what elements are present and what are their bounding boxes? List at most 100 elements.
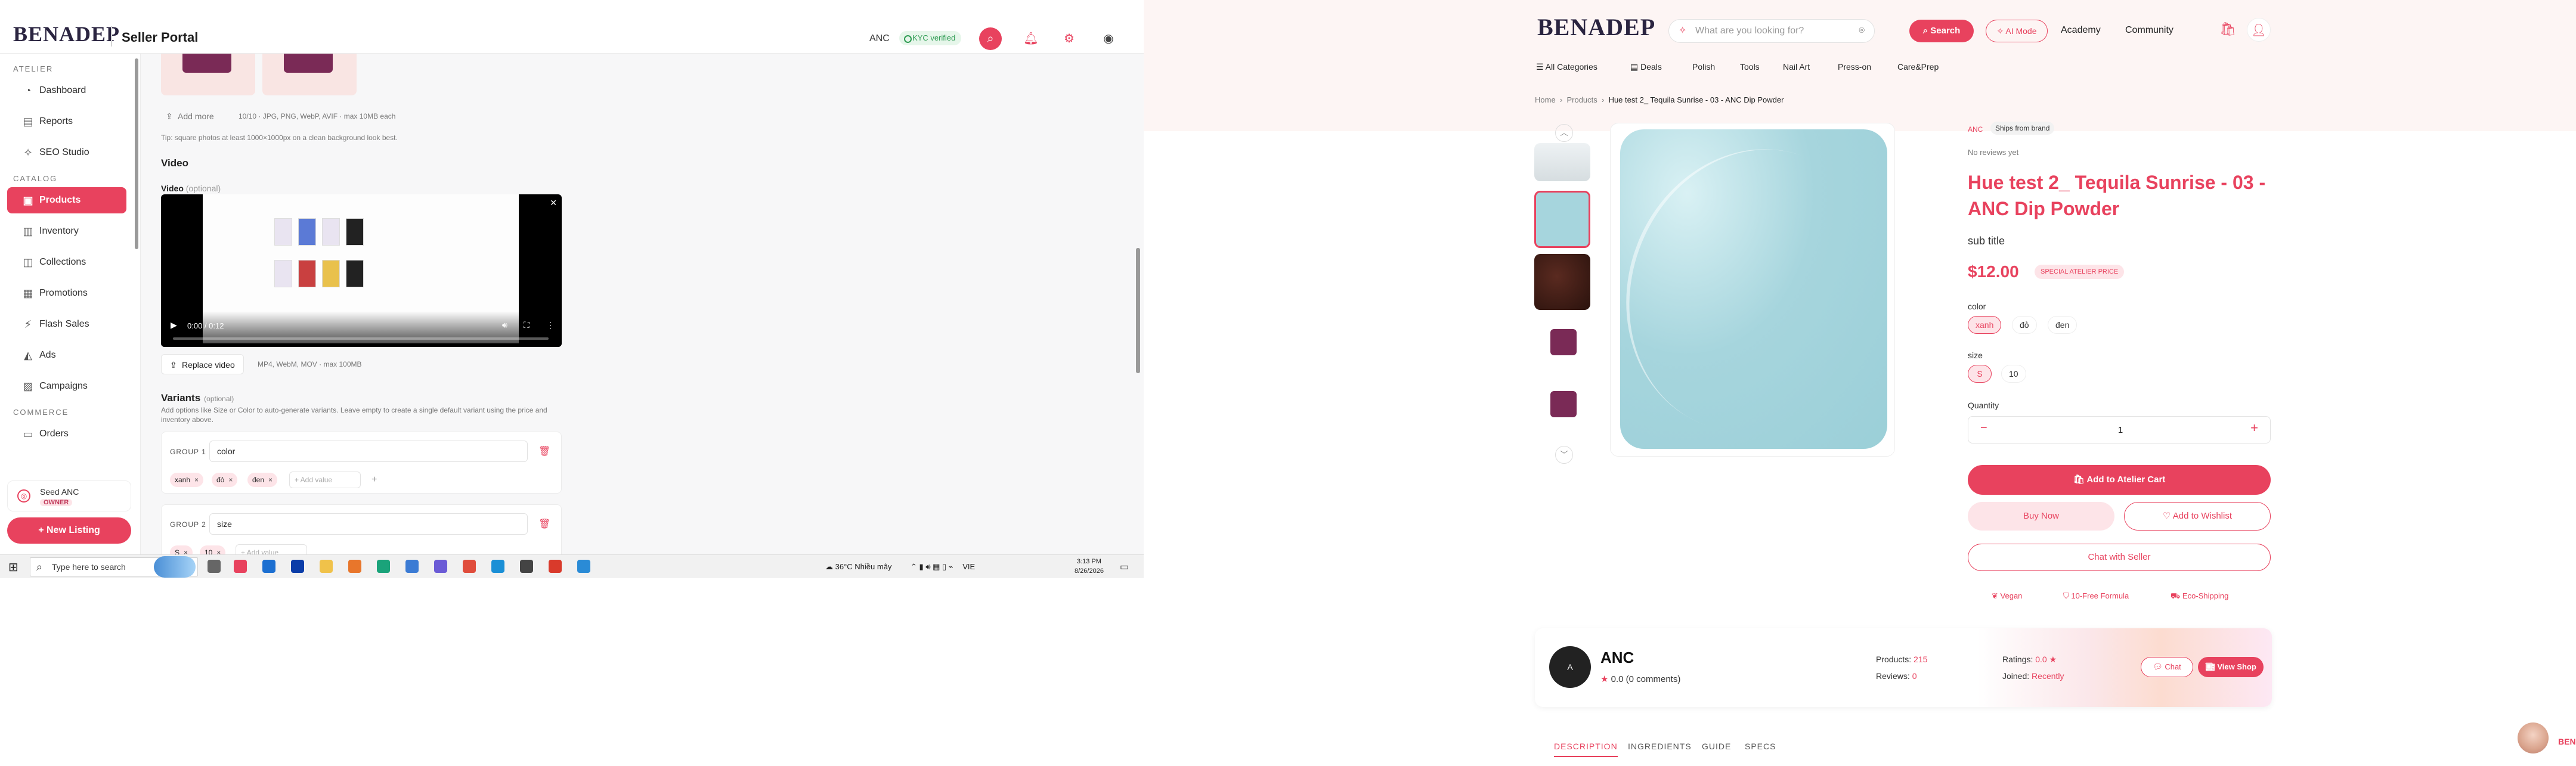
search-icon[interactable]: ⌕	[979, 27, 1002, 50]
nav-academy[interactable]: Academy	[2061, 25, 2101, 36]
brand-logo[interactable]: BENADEP	[1537, 13, 1655, 41]
video-progress-bar[interactable]	[173, 337, 549, 340]
nav-community[interactable]: Community	[2125, 25, 2174, 36]
play-icon[interactable]: ▶	[171, 320, 177, 330]
tray-icons[interactable]: ⌃ ▮ 🔊︎ ▦ ▯ ⌁	[911, 562, 953, 571]
gallery-thumb[interactable]	[1534, 254, 1590, 310]
store-avatar[interactable]: A	[1549, 646, 1591, 688]
sidebar-item-ads[interactable]: ◭ Ads	[7, 342, 126, 368]
chat-seller-button[interactable]: Chat with Seller	[1968, 544, 2271, 571]
brand-logo[interactable]: BENADEP	[13, 21, 120, 46]
chrome-icon[interactable]	[463, 560, 476, 573]
more-icon[interactable]: ⋮	[546, 320, 555, 330]
weather-icon[interactable]: ☁	[825, 562, 833, 571]
new-listing-button[interactable]: + New Listing	[7, 517, 131, 544]
file-explorer-icon[interactable]	[320, 560, 333, 573]
buy-now-button[interactable]: Buy Now	[1968, 502, 2114, 531]
sidebar-item-collections[interactable]: ◫ Collections	[7, 249, 126, 275]
gallery-thumb[interactable]	[1550, 329, 1577, 355]
nav-care-prep[interactable]: Care&Prep	[1897, 62, 1939, 72]
tab-specs[interactable]: SPECS	[1745, 742, 1776, 756]
main-scrollbar[interactable]	[1136, 248, 1140, 373]
sidebar-scrollbar[interactable]	[135, 58, 138, 249]
photo-thumbnail[interactable]	[262, 54, 357, 95]
language-indicator[interactable]: VIE	[962, 562, 975, 571]
sidebar-item-campaigns[interactable]: ▨ Campaigns	[7, 373, 126, 399]
taskbar-clock[interactable]: 3:13 PM 8/26/2026	[1075, 557, 1104, 576]
close-icon[interactable]: ✕	[550, 198, 557, 208]
camera-icon[interactable]: ⌾	[1859, 20, 1865, 42]
color-option[interactable]: đỏ	[2012, 316, 2037, 334]
assistant-avatar[interactable]	[2518, 722, 2549, 753]
add-to-cart-button[interactable]: 🛍︎ Add to Atelier Cart	[1968, 465, 2271, 495]
teams-icon[interactable]	[434, 560, 447, 573]
sidebar-item-flash-sales[interactable]: ⚡︎ Flash Sales	[7, 311, 126, 337]
plus-icon[interactable]: +	[2250, 420, 2258, 436]
app-icon[interactable]	[491, 560, 504, 573]
gear-icon[interactable]: ⚙	[1058, 27, 1080, 50]
variant-value-chip[interactable]: đen	[247, 473, 278, 487]
sidebar-item-orders[interactable]: ▭ Orders	[7, 421, 126, 447]
notification-icon[interactable]: ▭	[1120, 561, 1129, 573]
store-chat-button[interactable]: 💬︎ Chat	[2141, 657, 2193, 677]
owner-card[interactable]: ◎ Seed ANC OWNER	[7, 480, 131, 511]
add-more-button[interactable]: Add more	[161, 107, 220, 125]
chevron-up-icon[interactable]: ︿	[1555, 124, 1573, 142]
size-option[interactable]: S	[1968, 365, 1992, 383]
breadcrumb-home[interactable]: Home	[1535, 95, 1556, 104]
cart-icon[interactable]: 🛍︎	[2219, 21, 2236, 37]
nav-nail-art[interactable]: Nail Art	[1783, 62, 1810, 72]
app-icon[interactable]	[405, 560, 419, 573]
sidebar-item-reports[interactable]: ▤ Reports	[7, 108, 126, 135]
chevron-down-icon[interactable]: ﹀	[1555, 446, 1573, 464]
task-view-icon[interactable]	[208, 560, 221, 573]
sidebar-item-dashboard[interactable]: ◔ Dashboard	[7, 77, 126, 104]
nav-tools[interactable]: Tools	[1740, 62, 1760, 72]
sidebar-item-promotions[interactable]: ▦ Promotions	[7, 280, 126, 306]
wishlist-button[interactable]: ♡ Add to Wishlist	[2124, 502, 2271, 531]
gallery-thumb-active[interactable]	[1534, 191, 1590, 248]
fullscreen-icon[interactable]: ⛶	[524, 320, 530, 330]
plus-icon[interactable]: +	[371, 472, 377, 488]
user-icon[interactable]: 👤︎	[2247, 18, 2271, 42]
app-icon[interactable]	[520, 560, 533, 573]
size-option[interactable]: 10	[2001, 365, 2026, 383]
nav-deals[interactable]: ▤ Deals	[1630, 62, 1662, 72]
search-input[interactable]: ✧ What are you looking for? ⌾	[1668, 19, 1875, 43]
bell-icon[interactable]: 🔔︎	[1020, 27, 1042, 50]
nav-press-on[interactable]: Press-on	[1838, 62, 1871, 72]
weather-text[interactable]: 36°C Nhiều mây	[835, 562, 892, 571]
search-highlight-icon[interactable]	[154, 556, 196, 578]
gallery-thumb[interactable]	[1534, 143, 1590, 181]
trash-icon[interactable]: 🗑︎	[538, 445, 550, 457]
volume-icon[interactable]: 🔊︎	[502, 320, 507, 330]
app-icon[interactable]	[377, 560, 390, 573]
firefox-icon[interactable]	[348, 560, 361, 573]
breadcrumb-products[interactable]: Products	[1566, 95, 1597, 104]
user-icon[interactable]: ◉	[1097, 27, 1120, 50]
color-option[interactable]: xanh	[1968, 316, 2002, 334]
app-icon[interactable]	[577, 560, 590, 573]
sidebar-item-inventory[interactable]: ▥ Inventory	[7, 218, 126, 244]
variant-value-chip[interactable]: đỏ	[212, 473, 238, 487]
store-name[interactable]: ANC	[1600, 649, 1634, 667]
search-button[interactable]: ⌕ Search	[1909, 20, 1974, 42]
app-icon[interactable]	[291, 560, 304, 573]
video-player[interactable]: ✕ ▶ 0:00 / 0:12 🔊︎ ⛶ ⋮	[161, 194, 562, 347]
app-icon[interactable]	[549, 560, 562, 573]
variant-value-chip[interactable]: S	[170, 545, 193, 554]
ai-mode-button[interactable]: ✧ AI Mode	[1986, 20, 2048, 42]
color-option[interactable]: đen	[2048, 316, 2077, 334]
add-value-input[interactable]: + Add value	[289, 472, 361, 488]
trash-icon[interactable]: 🗑︎	[538, 518, 550, 530]
group-name-input[interactable]: color	[209, 441, 528, 462]
minus-icon[interactable]: −	[1980, 421, 1987, 435]
replace-video-button[interactable]: Replace video	[161, 354, 244, 375]
product-brand[interactable]: ANC	[1968, 125, 1983, 134]
tab-ingredients[interactable]: INGREDIENTS	[1628, 742, 1692, 756]
group-name-input[interactable]: size	[209, 513, 528, 535]
variant-value-chip[interactable]: xanh	[170, 473, 204, 487]
photo-thumbnail[interactable]	[161, 54, 255, 95]
app-icon[interactable]	[262, 560, 275, 573]
nav-polish[interactable]: Polish	[1692, 62, 1715, 72]
